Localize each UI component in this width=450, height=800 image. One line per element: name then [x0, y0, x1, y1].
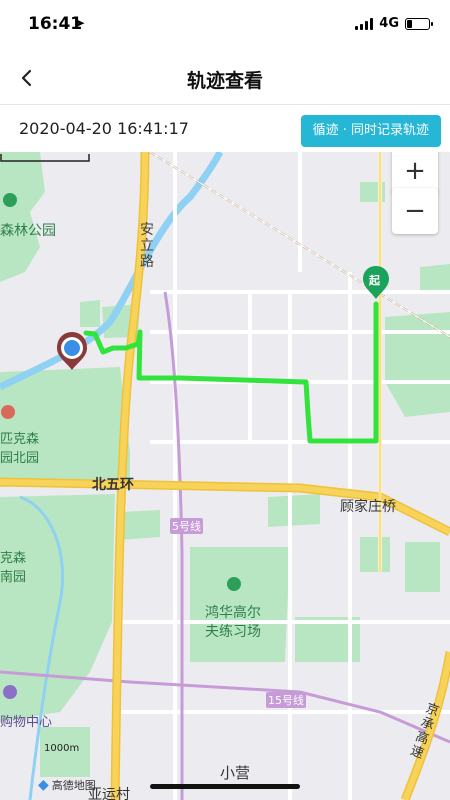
map-logo-text: 高德地图 — [51, 779, 96, 792]
status-bar: 16:41 ➤ 4G — [0, 0, 450, 52]
map-label-line15: 15号线 — [266, 692, 306, 708]
location-arrow-icon: ➤ — [75, 16, 86, 30]
page-title: 轨迹查看 — [186, 70, 263, 92]
map-label-line5: 5号线 — [170, 518, 203, 534]
track-info-bar: 2020-04-20 16:41:17 循迹 · 同时记录轨迹 — [0, 104, 450, 152]
record-track-button[interactable]: 循迹 · 同时记录轨迹 — [300, 115, 441, 147]
scale-label: 1000m — [44, 743, 80, 754]
map-logo-icon: ◆ — [38, 777, 49, 793]
status-right: 4G — [355, 16, 433, 31]
map-label-mall: 购物中心 — [0, 715, 53, 730]
home-indicator — [150, 784, 300, 789]
map-label-village: 顾家庄桥 — [340, 499, 396, 515]
signal-icon — [355, 17, 374, 30]
map-logo: ◆ 高德地图 — [38, 777, 96, 793]
map-label-park-north: 森林公园 — [0, 223, 56, 239]
map-label-golf-2: 夫练习场 — [205, 624, 261, 640]
map-view[interactable]: 森林公园 安立路 匹克森 园北园 北五环 顾家庄桥 5号线 克森 南园 鸿华高尔… — [0, 152, 450, 800]
current-location-marker — [57, 332, 87, 370]
map-label-park-left-4: 南园 — [0, 570, 27, 585]
map-canvas — [0, 152, 450, 800]
map-label-park-left-3: 克森 — [0, 551, 27, 566]
map-label-park-left-2: 园北园 — [0, 451, 40, 466]
map-label-golf-1: 鸿华高尔 — [205, 605, 261, 621]
battery-icon — [405, 17, 433, 30]
track-datetime: 2020-04-20 16:41:17 — [19, 119, 189, 138]
start-marker-label: 起 — [369, 274, 380, 287]
network-type: 4G — [379, 16, 399, 31]
scale-bar — [0, 154, 90, 162]
map-label-ring-road: 北五环 — [92, 477, 134, 493]
map-label-road-anli: 安立路 — [140, 222, 154, 270]
map-label-xiaoying: 小营 — [220, 764, 251, 782]
status-time: 16:41 — [28, 14, 83, 34]
zoom-out-button[interactable]: − — [392, 188, 438, 234]
map-label-park-left-1: 匹克森 — [0, 432, 40, 447]
nav-bar: 轨迹查看 — [0, 52, 450, 104]
